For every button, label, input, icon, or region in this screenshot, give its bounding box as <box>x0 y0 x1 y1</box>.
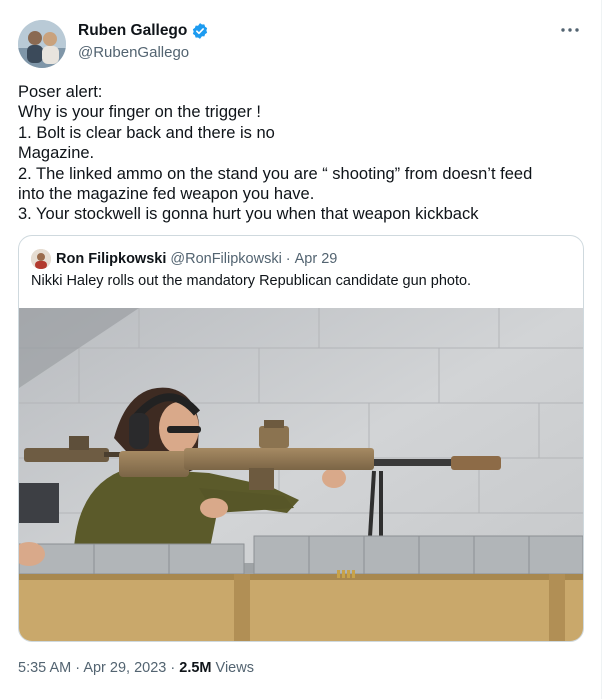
author-avatar[interactable] <box>18 20 66 68</box>
more-options-icon[interactable] <box>558 20 582 40</box>
quoted-author-handle: @RonFilipkowski <box>170 251 282 267</box>
quoted-tweet-text: Nikki Haley rolls out the mandatory Repu… <box>31 273 472 289</box>
footer-separator-dot: · <box>75 660 81 676</box>
tweet-text-line: into the magazine fed weapon you have. <box>18 185 315 204</box>
author-display-name[interactable]: Ruben Gallego <box>78 22 187 40</box>
tweet-text-line: 1. Bolt is clear back and there is no <box>18 123 275 142</box>
quoted-author-avatar[interactable] <box>31 249 51 269</box>
tweet-text-line: Magazine. <box>18 144 95 163</box>
tweet-time[interactable]: 5:35 AM <box>18 660 71 676</box>
author-handle[interactable]: @RubenGallego <box>78 44 189 61</box>
tweet-text-line: 2. The linked ammo on the stand you are … <box>18 164 533 183</box>
tweet-text-line: Poser alert: <box>18 83 103 101</box>
tweet-text: Poser alert: Why is your finger on the t… <box>18 82 584 225</box>
tweet-text-line: Why is your finger on the trigger ! <box>18 103 262 122</box>
quoted-tweet-header: Ron Filipkowski @RonFilipkowski · Apr 29 <box>31 249 337 269</box>
quoted-tweet-date: Apr 29 <box>294 251 338 267</box>
quoted-tweet-card[interactable]: Ron Filipkowski @RonFilipkowski · Apr 29… <box>18 235 584 642</box>
tweet-footer: 5:35 AM · Apr 29, 2023 · 2.5M Views <box>18 660 254 676</box>
tweet-text-line: 3. Your stockwell is gonna hurt you when… <box>18 205 479 224</box>
tweet-date[interactable]: Apr 29, 2023 <box>83 660 166 676</box>
quoted-tweet-photo[interactable] <box>19 308 583 641</box>
quoted-separator-dot: · <box>285 251 291 267</box>
verified-badge-icon <box>193 23 208 39</box>
views-count: 2.5M <box>179 660 212 676</box>
footer-separator-dot: · <box>170 660 176 676</box>
quoted-author-display-name: Ron Filipkowski <box>56 251 167 267</box>
views-label: Views <box>215 660 254 676</box>
author-name-row: Ruben Gallego <box>78 22 209 40</box>
